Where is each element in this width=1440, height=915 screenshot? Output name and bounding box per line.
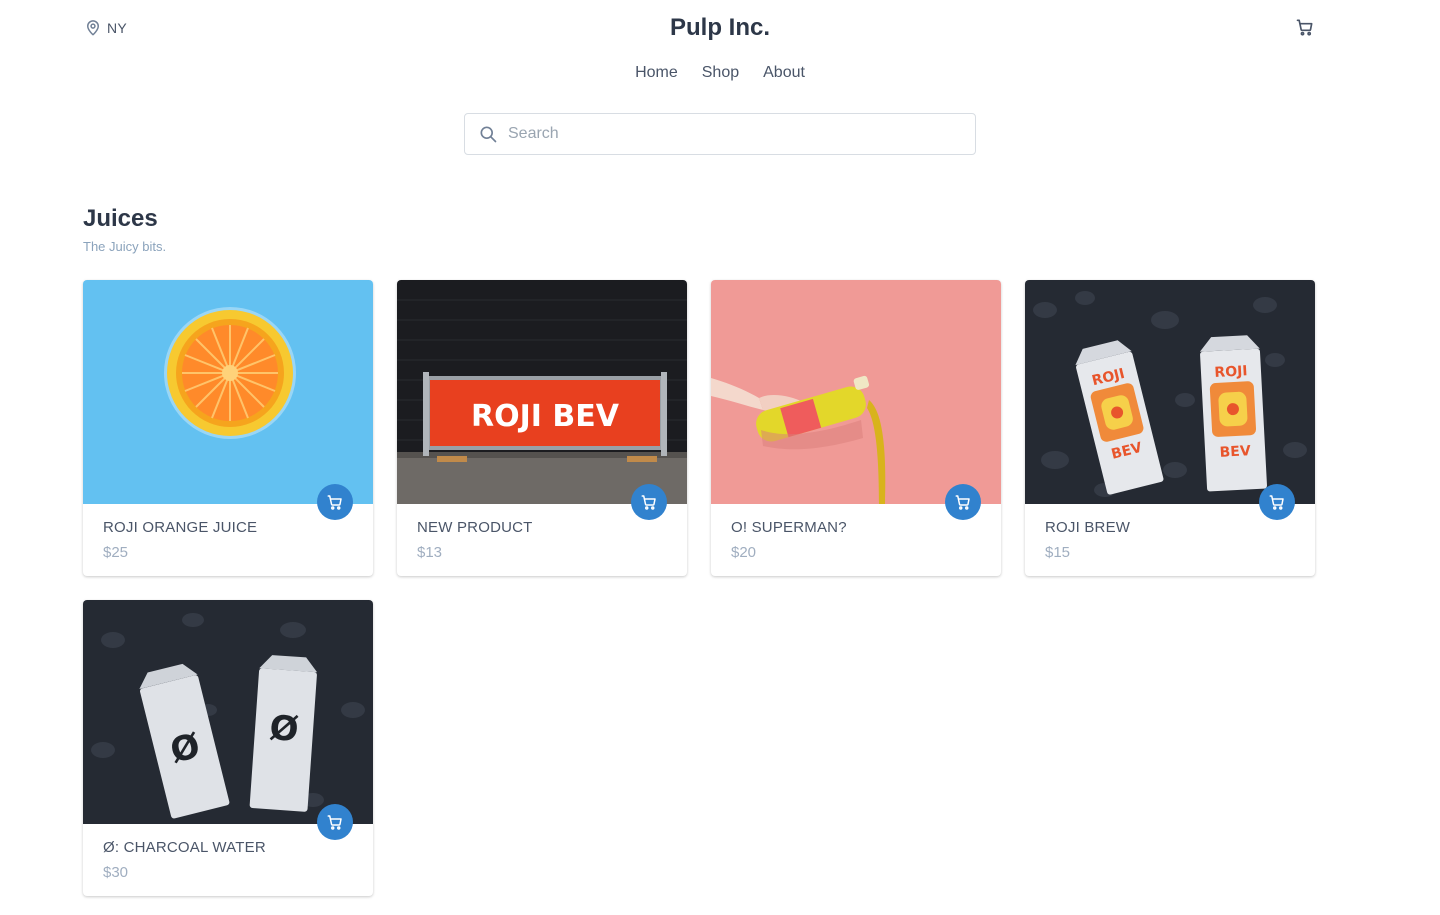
brand-logo-text[interactable]: Pulp Inc.	[670, 14, 770, 41]
product-card[interactable]: ROJI ORANGE JUICE $25	[83, 280, 373, 576]
product-image-charcoal-water: Ø Ø	[83, 600, 373, 824]
product-card[interactable]: ROJI BEV ROJI BEV ROJI BREW $15	[1025, 280, 1315, 576]
product-card[interactable]: Ø Ø Ø: CHARCOAL WATER $30	[83, 600, 373, 896]
product-card[interactable]: ROJI BEV NEW PRODUCT $13	[397, 280, 687, 576]
product-image-roji-brew: ROJI BEV ROJI BEV	[1025, 280, 1315, 504]
search-box	[464, 113, 976, 155]
product-price: $15	[1045, 544, 1071, 561]
product-price: $30	[103, 864, 129, 881]
add-to-cart-button[interactable]	[631, 484, 667, 520]
nav-about[interactable]: About	[763, 64, 805, 88]
product-name: ROJI ORANGE JUICE	[103, 519, 258, 536]
product-name: Ø: CHARCOAL WATER	[103, 839, 266, 856]
product-price: $20	[731, 544, 757, 561]
sign-text: ROJI BEV	[471, 399, 620, 434]
product-card[interactable]: O! SUPERMAN? $20	[711, 280, 1001, 576]
shopping-cart-icon	[1269, 495, 1284, 510]
shopping-cart-icon	[1296, 19, 1313, 36]
product-image-superman-pour	[711, 280, 1001, 504]
category-subtitle: The Juicy bits.	[83, 239, 167, 254]
category-title: Juices	[83, 205, 158, 232]
product-grid: ROJI ORANGE JUICE $25 ROJI BEV NEW PRODU…	[83, 280, 1315, 896]
search-icon	[480, 126, 497, 143]
add-to-cart-button[interactable]	[1259, 484, 1295, 520]
product-name: O! SUPERMAN?	[731, 519, 847, 536]
product-image-roji-bev-sign: ROJI BEV	[397, 280, 687, 504]
category-header: Juices The Juicy bits.	[83, 204, 1440, 254]
product-price: $13	[417, 544, 443, 561]
search-input[interactable]	[506, 124, 946, 144]
shopping-cart-icon	[641, 495, 656, 510]
map-pin-icon	[87, 20, 99, 36]
nav-home[interactable]: Home	[635, 64, 678, 88]
product-name: NEW PRODUCT	[417, 519, 533, 536]
svg-text:BEV: BEV	[1219, 443, 1251, 461]
add-to-cart-button[interactable]	[317, 484, 353, 520]
shopping-cart-icon	[327, 495, 342, 510]
shopping-cart-icon	[327, 815, 342, 830]
product-name: ROJI BREW	[1045, 519, 1131, 536]
add-to-cart-button[interactable]	[945, 484, 981, 520]
shopping-cart-icon	[955, 495, 970, 510]
header-cart-button[interactable]	[1295, 17, 1315, 42]
site-header: NY Pulp Inc.	[0, 0, 1440, 60]
svg-text:ROJI: ROJI	[1214, 363, 1248, 381]
nav-shop[interactable]: Shop	[702, 64, 739, 88]
product-image-orange-juice	[83, 280, 373, 504]
main-nav: Home Shop About	[0, 64, 1440, 88]
add-to-cart-button[interactable]	[317, 804, 353, 840]
location-selector[interactable]: NY	[84, 18, 127, 38]
svg-text:Ø: Ø	[268, 708, 300, 750]
product-price: $25	[103, 544, 129, 561]
location-label: NY	[107, 20, 128, 36]
